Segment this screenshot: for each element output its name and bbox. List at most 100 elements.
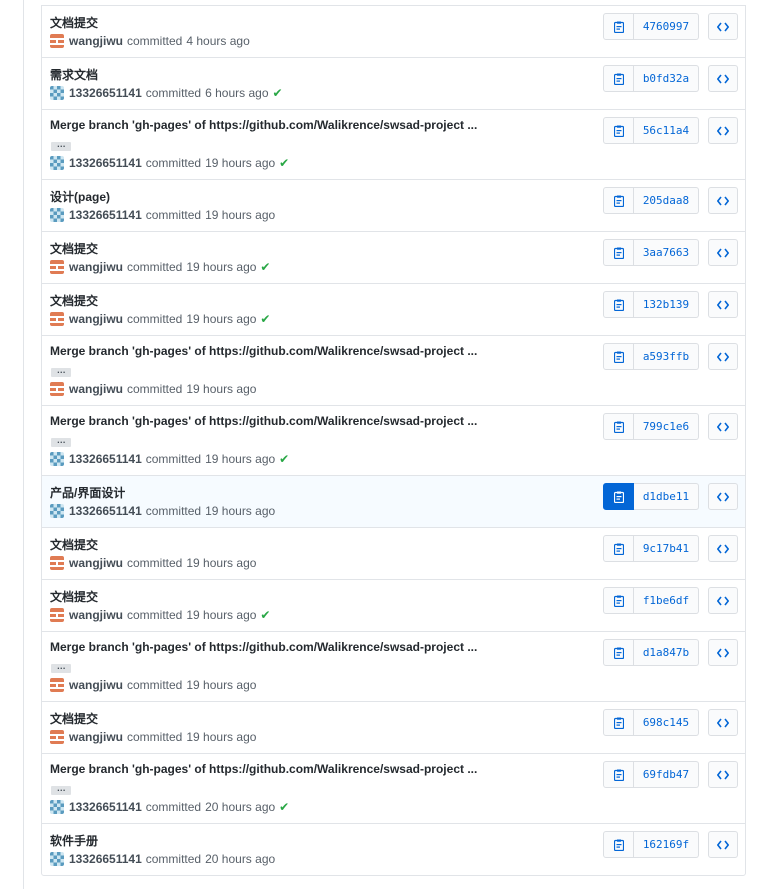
- copy-sha-button[interactable]: [603, 709, 634, 736]
- browse-repo-button[interactable]: [708, 535, 738, 562]
- commit-sha-link[interactable]: 132b139: [634, 291, 699, 318]
- commit-message-link[interactable]: Merge branch 'gh-pages' of https://githu…: [50, 762, 477, 776]
- commit-message-link[interactable]: Merge branch 'gh-pages' of https://githu…: [50, 344, 477, 358]
- author-name-link[interactable]: wangjiwu: [69, 34, 123, 48]
- commit-sha-link[interactable]: d1dbe11: [634, 483, 699, 510]
- author-name-link[interactable]: wangjiwu: [69, 608, 123, 622]
- author-avatar[interactable]: [50, 800, 64, 814]
- browse-repo-button[interactable]: [708, 831, 738, 858]
- copy-sha-button[interactable]: [603, 831, 634, 858]
- author-name-link[interactable]: 13326651141: [69, 452, 142, 466]
- author-avatar[interactable]: [50, 312, 64, 326]
- expand-message-button[interactable]: …: [51, 662, 71, 673]
- author-name-link[interactable]: 13326651141: [69, 208, 142, 222]
- browse-repo-button[interactable]: [708, 483, 738, 510]
- expand-message-button[interactable]: …: [51, 366, 71, 377]
- author-avatar[interactable]: [50, 208, 64, 222]
- author-name-link[interactable]: 13326651141: [69, 852, 142, 866]
- copy-sha-button[interactable]: [603, 639, 634, 666]
- commit-message-link[interactable]: 文档提交: [50, 536, 98, 553]
- check-success-icon[interactable]: ✔: [279, 156, 289, 170]
- commit-sha-link[interactable]: 9c17b41: [634, 535, 699, 562]
- commit-message-link[interactable]: 产品/界面设计: [50, 484, 125, 501]
- browse-repo-button[interactable]: [708, 65, 738, 92]
- copy-sha-button[interactable]: [603, 291, 634, 318]
- commit-message-link[interactable]: 需求文档: [50, 66, 98, 83]
- browse-repo-button[interactable]: [708, 761, 738, 788]
- commit-message-link[interactable]: 文档提交: [50, 14, 98, 31]
- copy-sha-button[interactable]: [603, 413, 634, 440]
- author-avatar[interactable]: [50, 34, 64, 48]
- check-success-icon[interactable]: ✔: [260, 608, 270, 622]
- copy-sha-button[interactable]: [603, 761, 634, 788]
- author-avatar[interactable]: [50, 86, 64, 100]
- commit-message-link[interactable]: Merge branch 'gh-pages' of https://githu…: [50, 118, 477, 132]
- browse-repo-button[interactable]: [708, 413, 738, 440]
- author-name-link[interactable]: 13326651141: [69, 504, 142, 518]
- commit-message-link[interactable]: 软件手册: [50, 832, 98, 849]
- commit-sha-link[interactable]: 205daa8: [634, 187, 699, 214]
- check-success-icon[interactable]: ✔: [260, 260, 270, 274]
- copy-sha-button[interactable]: [603, 13, 634, 40]
- browse-repo-button[interactable]: [708, 13, 738, 40]
- browse-repo-button[interactable]: [708, 291, 738, 318]
- author-avatar[interactable]: [50, 678, 64, 692]
- author-name-link[interactable]: 13326651141: [69, 156, 142, 170]
- author-avatar[interactable]: [50, 608, 64, 622]
- author-name-link[interactable]: wangjiwu: [69, 260, 123, 274]
- browse-repo-button[interactable]: [708, 239, 738, 266]
- author-name-link[interactable]: 13326651141: [69, 800, 142, 814]
- author-name-link[interactable]: wangjiwu: [69, 312, 123, 326]
- commit-sha-link[interactable]: 162169f: [634, 831, 699, 858]
- author-avatar[interactable]: [50, 556, 64, 570]
- browse-repo-button[interactable]: [708, 343, 738, 370]
- author-name-link[interactable]: wangjiwu: [69, 382, 123, 396]
- author-name-link[interactable]: wangjiwu: [69, 556, 123, 570]
- commit-sha-link[interactable]: 4760997: [634, 13, 699, 40]
- author-avatar[interactable]: [50, 852, 64, 866]
- author-name-link[interactable]: wangjiwu: [69, 730, 123, 744]
- commit-sha-link[interactable]: 799c1e6: [634, 413, 699, 440]
- check-success-icon[interactable]: ✔: [273, 86, 283, 100]
- commit-sha-link[interactable]: a593ffb: [634, 343, 699, 370]
- author-avatar[interactable]: [50, 504, 64, 518]
- author-avatar[interactable]: [50, 156, 64, 170]
- author-name-link[interactable]: wangjiwu: [69, 678, 123, 692]
- copy-sha-button[interactable]: [603, 239, 634, 266]
- commit-message-link[interactable]: Merge branch 'gh-pages' of https://githu…: [50, 414, 477, 428]
- commit-sha-link[interactable]: b0fd32a: [634, 65, 699, 92]
- check-success-icon[interactable]: ✔: [260, 312, 270, 326]
- commit-sha-link[interactable]: f1be6df: [634, 587, 699, 614]
- commit-sha-link[interactable]: 69fdb47: [634, 761, 699, 788]
- expand-message-button[interactable]: …: [51, 436, 71, 447]
- browse-repo-button[interactable]: [708, 187, 738, 214]
- check-success-icon[interactable]: ✔: [279, 800, 289, 814]
- expand-message-button[interactable]: …: [51, 784, 71, 795]
- commit-sha-link[interactable]: 3aa7663: [634, 239, 699, 266]
- author-avatar[interactable]: [50, 382, 64, 396]
- browse-repo-button[interactable]: [708, 639, 738, 666]
- expand-message-button[interactable]: …: [51, 140, 71, 151]
- copy-sha-button[interactable]: [603, 65, 634, 92]
- copy-sha-button[interactable]: [603, 343, 634, 370]
- author-avatar[interactable]: [50, 260, 64, 274]
- commit-message-link[interactable]: Merge branch 'gh-pages' of https://githu…: [50, 640, 477, 654]
- browse-repo-button[interactable]: [708, 709, 738, 736]
- author-avatar[interactable]: [50, 452, 64, 466]
- commit-message-link[interactable]: 文档提交: [50, 292, 98, 309]
- author-name-link[interactable]: 13326651141: [69, 86, 142, 100]
- commit-sha-link[interactable]: 56c11a4: [634, 117, 699, 144]
- commit-message-link[interactable]: 文档提交: [50, 710, 98, 727]
- check-success-icon[interactable]: ✔: [279, 452, 289, 466]
- copy-sha-button[interactable]: [603, 187, 634, 214]
- copy-sha-button[interactable]: [603, 587, 634, 614]
- commit-message-link[interactable]: 设计(page): [50, 188, 110, 205]
- browse-repo-button[interactable]: [708, 587, 738, 614]
- author-avatar[interactable]: [50, 730, 64, 744]
- commit-sha-link[interactable]: 698c145: [634, 709, 699, 736]
- commit-sha-link[interactable]: d1a847b: [634, 639, 699, 666]
- copy-sha-button[interactable]: [603, 117, 634, 144]
- copy-sha-button[interactable]: [603, 535, 634, 562]
- copy-sha-button[interactable]: [603, 483, 634, 510]
- browse-repo-button[interactable]: [708, 117, 738, 144]
